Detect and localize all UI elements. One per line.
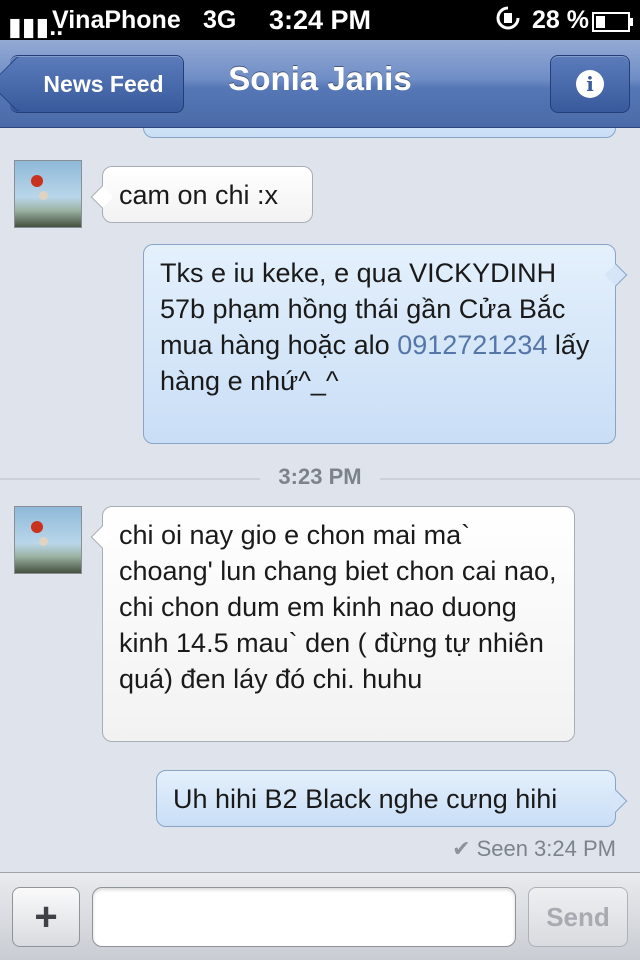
incoming-message-bubble: chi oi nay gio e chon mai ma` choang' lu… — [90, 506, 575, 742]
phone-number-link[interactable]: 0912721234 — [397, 330, 547, 360]
compose-bar: + Send — [0, 872, 640, 960]
info-icon: i — [576, 70, 604, 98]
time-separator: 3:23 PM — [0, 464, 640, 490]
contact-avatar[interactable] — [14, 160, 82, 228]
outgoing-message-bubble: Tks e iu keke, e qua VICKYDINH 57b phạm … — [143, 244, 628, 444]
attach-button[interactable]: + — [12, 887, 80, 947]
time-separator-label: 3:23 PM — [260, 464, 380, 489]
message-input[interactable] — [92, 887, 516, 947]
message-thread[interactable]: cam on chi :x Tks e iu keke, e qua VICKY… — [0, 128, 640, 872]
incoming-message-bubble: cam on chi :x — [90, 166, 313, 223]
seen-indicator: ✔ Seen 3:24 PM — [452, 836, 616, 862]
battery-percent: 28 % — [532, 6, 589, 34]
back-arrow-icon — [0, 55, 47, 113]
back-button[interactable]: News Feed — [0, 55, 184, 113]
seen-label: Seen 3:24 PM — [476, 836, 616, 861]
conversation-title: Sonia Janis — [228, 60, 412, 97]
outgoing-message-bubble: Uh hihi B2 Black nghe cưng hihi — [156, 770, 628, 827]
rotation-lock-icon — [494, 4, 522, 39]
message-text: Uh hihi B2 Black nghe cưng hihi — [173, 784, 558, 814]
send-button-label: Send — [546, 901, 610, 932]
back-button-label: News Feed — [43, 70, 164, 97]
battery-icon — [592, 10, 634, 39]
info-button[interactable]: i — [550, 55, 630, 113]
navigation-bar: News Feed Sonia Janis i — [0, 40, 640, 128]
send-button[interactable]: Send — [528, 887, 628, 947]
status-bar: ▮▮▮.. VinaPhone 3G 3:24 PM 28 % — [0, 0, 640, 41]
checkmark-icon: ✔ — [452, 836, 471, 861]
plus-icon: + — [34, 894, 58, 939]
previous-message-bubble — [143, 128, 616, 138]
contact-avatar[interactable] — [14, 506, 82, 574]
message-text: chi oi nay gio e chon mai ma` choang' lu… — [119, 520, 557, 694]
message-text: cam on chi :x — [119, 180, 279, 210]
